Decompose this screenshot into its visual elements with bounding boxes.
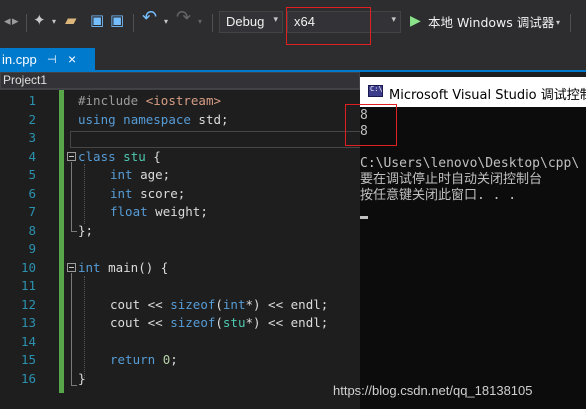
line-number: 12 (20, 296, 36, 312)
code-editor[interactable]: 1 2 3 4 5 6 7 8 9 10 11 12 13 14 15 16 #… (0, 90, 370, 409)
new-item-dropdown-icon[interactable]: ▾ (52, 14, 56, 30)
code-line: cout << sizeof(int*) << endl; (110, 296, 329, 312)
line-number: 13 (20, 315, 36, 330)
start-debugger-button[interactable]: 本地 Windows 调试器 (428, 15, 554, 31)
toolbar-separator (570, 14, 571, 32)
console-output-line: 8 (360, 108, 368, 123)
save-all-icon[interactable]: ▣ (110, 12, 124, 28)
chevron-down-icon: ▾ (273, 15, 278, 25)
line-number: 3 (28, 130, 36, 145)
solution-config-value: Debug (226, 14, 265, 29)
code-line: cout << sizeof(stu*) << endl; (110, 315, 329, 330)
indent-guide (84, 164, 85, 224)
code-line: float weight; (110, 204, 208, 219)
back-arrow-icon[interactable]: ◂ (4, 14, 11, 30)
code-line: int age; (110, 167, 171, 182)
code-line: int main() { (78, 259, 169, 275)
toolbar-separator (212, 14, 213, 32)
outline-line (71, 385, 77, 386)
code-line: }; (78, 222, 94, 238)
collapse-icon[interactable] (67, 152, 76, 161)
line-number: 2 (28, 111, 36, 127)
line-number: 4 (28, 148, 36, 164)
redo-dropdown-icon[interactable]: ▾ (198, 14, 202, 30)
line-number: 8 (28, 222, 36, 238)
watermark-text: https://blog.csdn.net/qq_18138105 (333, 383, 533, 398)
undo-dropdown-icon[interactable]: ▾ (164, 14, 168, 30)
code-line: int score; (110, 185, 186, 201)
console-output-line: 按任意键关闭此窗口. . . (360, 188, 517, 203)
forward-arrow-icon[interactable]: ▸ (12, 14, 19, 30)
code-line: class stu { (78, 148, 161, 164)
code-line: #include <iostream> (78, 93, 222, 108)
line-number: 15 (20, 352, 36, 367)
tab-label: in.cpp (2, 52, 37, 67)
line-number: 10 (20, 259, 36, 275)
console-output-line: 要在调试停止时自动关闭控制台 (360, 172, 543, 187)
undo-icon[interactable]: ↶ (142, 9, 157, 27)
line-number: 1 (28, 93, 36, 108)
play-icon[interactable]: ▶ (410, 13, 421, 29)
console-title-bar[interactable]: C:\ Microsoft Visual Studio 调试控制台 (360, 77, 586, 107)
line-number: 14 (20, 333, 36, 349)
outline-line (71, 162, 72, 232)
collapse-icon[interactable] (67, 263, 76, 272)
line-number: 16 (20, 370, 36, 386)
debugger-dropdown-icon[interactable]: ▾ (556, 15, 560, 31)
console-output-line: 8 (360, 124, 368, 139)
outline-line (71, 273, 72, 385)
open-folder-icon[interactable]: ▰ (65, 12, 77, 28)
code-line: } (78, 370, 86, 386)
chevron-down-icon: ▾ (391, 15, 396, 25)
highlight-box-platform (286, 7, 371, 45)
solution-config-select[interactable]: Debug ▾ (219, 11, 283, 33)
toolbar: ◂ ▸ ✦ ▾ ▰ ▣ ▣ ↶ ▾ ↷ ▾ Debug ▾ x64 ▾ ▶ 本地… (0, 0, 586, 46)
project-scope-select[interactable]: Project1 (0, 72, 360, 89)
toolbar-separator (133, 14, 134, 32)
console-output-line: C:\Users\lenovo\Desktop\cpp\ (360, 156, 580, 171)
save-icon[interactable]: ▣ (90, 12, 104, 28)
new-item-icon[interactable]: ✦ (33, 12, 46, 28)
highlight-box-output (345, 104, 397, 146)
debug-console-window[interactable]: C:\ Microsoft Visual Studio 调试控制台 8 8 C:… (345, 77, 586, 409)
redo-icon[interactable]: ↷ (176, 9, 191, 27)
outline-line (71, 231, 77, 232)
current-line-highlight (70, 131, 370, 148)
line-number: 11 (20, 278, 36, 293)
change-tracking-bar (59, 90, 64, 393)
pin-icon[interactable]: ⊣ (47, 53, 57, 66)
navigation-bar: Project1 (0, 72, 360, 90)
indent-guide (84, 276, 85, 380)
line-number: 5 (28, 167, 36, 182)
code-line: return 0; (110, 352, 178, 367)
toolbar-separator (26, 14, 27, 32)
console-title: Microsoft Visual Studio 调试控制台 (389, 88, 586, 103)
console-cursor (360, 216, 368, 219)
line-number: 7 (28, 204, 36, 219)
line-number: 6 (28, 185, 36, 201)
close-icon[interactable]: × (68, 51, 76, 67)
console-app-icon: C:\ (368, 85, 383, 97)
document-tab-strip: in.cpp ⊣ × (0, 46, 586, 72)
code-line: using namespace std; (78, 111, 229, 127)
tab-main-cpp[interactable]: in.cpp ⊣ × (0, 48, 95, 72)
line-number: 9 (28, 241, 36, 256)
